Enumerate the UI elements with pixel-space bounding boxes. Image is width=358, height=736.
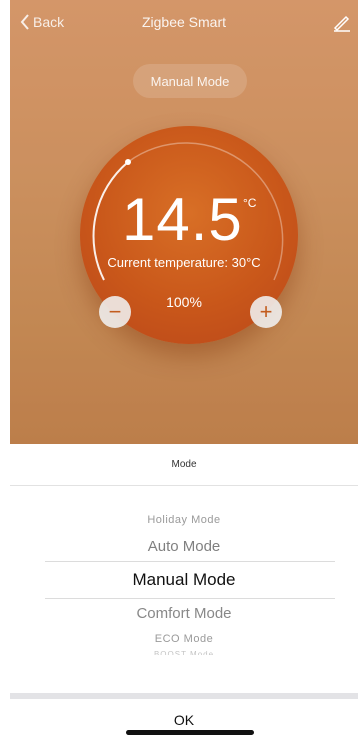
picker-option-auto[interactable]: Auto Mode: [10, 538, 358, 555]
temperature-unit: °C: [243, 196, 257, 210]
picker-option-holiday[interactable]: Holiday Mode: [10, 514, 358, 526]
home-indicator: [126, 730, 254, 735]
increase-button[interactable]: +: [250, 296, 282, 328]
edit-icon[interactable]: [332, 14, 352, 32]
picker-option-boost[interactable]: BOOST Mode: [10, 650, 358, 655]
picker-option-manual[interactable]: Manual Mode: [10, 570, 358, 590]
current-temperature: Current temperature: 30°C: [107, 255, 261, 270]
ok-button[interactable]: OK: [10, 712, 358, 728]
picker-option-eco[interactable]: ECO Mode: [10, 633, 358, 645]
plus-icon: +: [259, 299, 273, 324]
thermostat-screen: Back Zigbee Smart Manual Mode 14.5 °C Cu…: [10, 0, 358, 444]
mode-picker-sheet: Mode Holiday Mode Auto Mode Manual Mode …: [0, 444, 358, 736]
set-temperature: 14.5: [122, 186, 243, 253]
selection-bottom-line: [45, 598, 335, 599]
divider: [10, 485, 358, 486]
decrease-button[interactable]: −: [99, 296, 131, 328]
selection-top-line: [45, 561, 335, 562]
page-title: Zigbee Smart: [141, 14, 227, 30]
sheet-title: Mode: [171, 459, 197, 470]
minus-icon: −: [108, 299, 122, 324]
mode-button[interactable]: Manual Mode: [133, 64, 247, 98]
separator-bar: [10, 693, 358, 699]
nav-bar: Back Zigbee Smart: [10, 0, 358, 44]
power-percent: 100%: [166, 294, 202, 310]
picker-option-comfort[interactable]: Comfort Mode: [10, 605, 358, 622]
